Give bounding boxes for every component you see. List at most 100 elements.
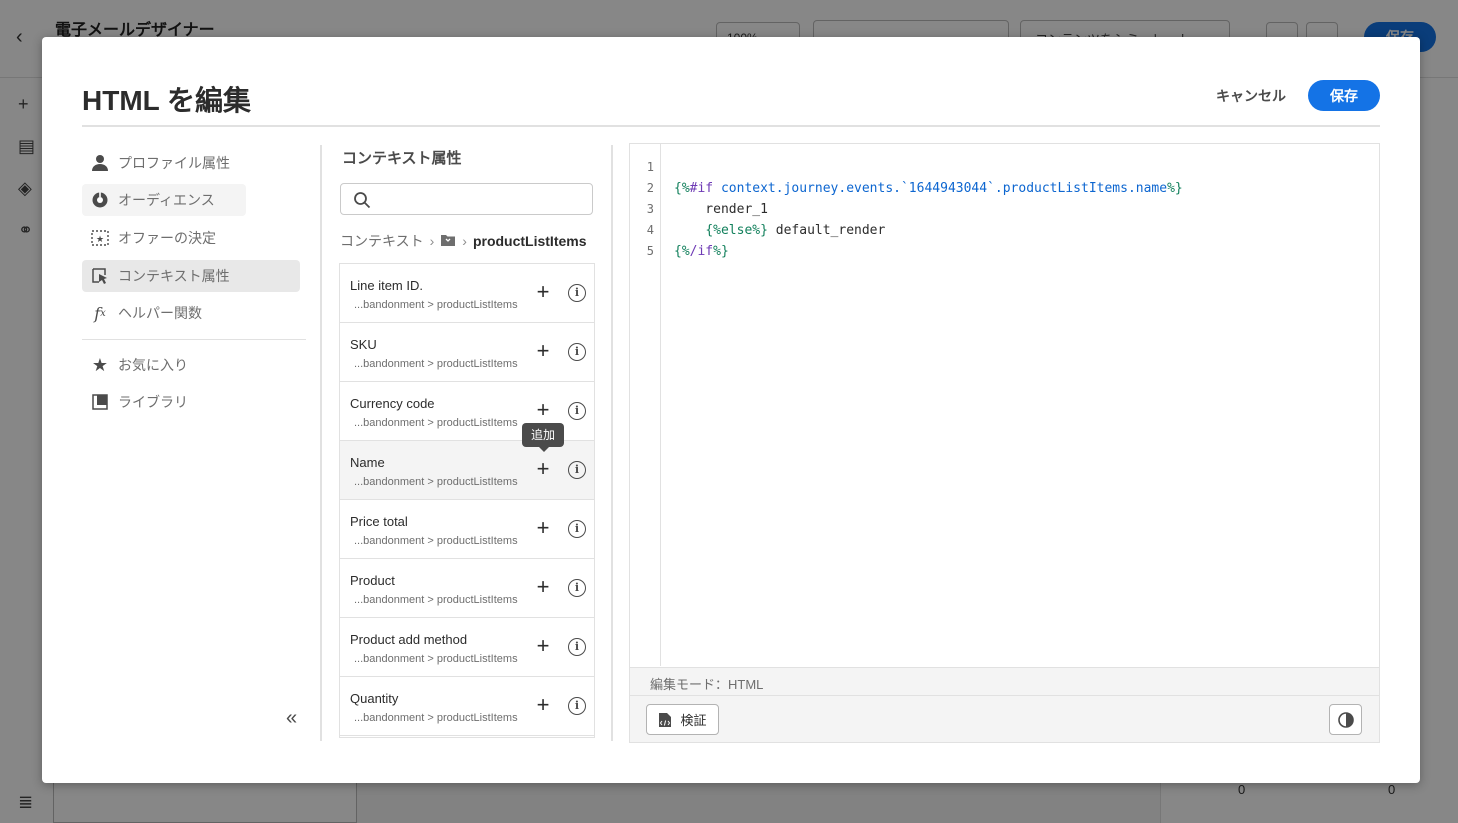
cancel-button[interactable]: キャンセル (1202, 81, 1300, 111)
svg-text:★: ★ (96, 234, 104, 244)
list-item[interactable]: Price total ...bandonment > productListI… (340, 500, 594, 559)
attribute-path: ...bandonment > productListItems (354, 358, 518, 370)
code-token: {% (674, 244, 690, 259)
list-item[interactable]: Product add method ...bandonment > produ… (340, 618, 594, 677)
audience-icon (90, 190, 110, 210)
add-icon[interactable]: + (532, 340, 554, 363)
breadcrumb: コンテキスト › › productListItems (340, 231, 587, 251)
code-area[interactable]: {%#if context.journey.events.`1644943044… (674, 144, 1364, 666)
line-number: 3 (646, 202, 654, 216)
context-panel-title: コンテキスト属性 (342, 150, 462, 167)
nav-item-label: コンテキスト属性 (118, 268, 230, 284)
code-token: %} (713, 244, 729, 259)
attribute-path: ...bandonment > productListItems (354, 653, 518, 665)
info-icon[interactable]: i (568, 343, 586, 361)
list-item[interactable]: Product ...bandonment > productListItems… (340, 559, 594, 618)
attribute-path: ...bandonment > productListItems (354, 712, 518, 724)
column-divider (611, 145, 613, 741)
info-icon[interactable]: i (568, 284, 586, 302)
attribute-label: Line item ID. (350, 278, 423, 293)
chevron-right-icon: › (462, 233, 467, 249)
validate-file-icon (659, 712, 672, 727)
code-token: else (720, 223, 753, 238)
nav-divider (82, 339, 306, 340)
add-icon[interactable]: + (532, 576, 554, 599)
code-token: /if (689, 244, 714, 259)
line-number: 4 (646, 223, 654, 237)
attribute-path: ...bandonment > productListItems (354, 417, 518, 429)
breadcrumb-root[interactable]: コンテキスト (340, 231, 424, 251)
validate-button[interactable]: 検証 (646, 704, 719, 735)
line-number-gutter: 1 2 3 4 5 (630, 144, 661, 666)
collapse-panel-icon[interactable]: « (286, 707, 297, 730)
function-icon: fx (94, 303, 106, 323)
search-field[interactable] (340, 183, 593, 215)
info-icon[interactable]: i (568, 461, 586, 479)
editor-footer: 検証 (630, 695, 1379, 742)
user-icon (90, 153, 110, 173)
folder-icon[interactable] (440, 233, 456, 250)
nav-item-favorites[interactable]: ★ お気に入り (82, 349, 300, 381)
nav-item-context-attributes[interactable]: コンテキスト属性 (82, 260, 300, 292)
attribute-label: Currency code (350, 396, 435, 411)
code-line: render_1 (674, 202, 768, 217)
code-line: {%#if context.journey.events.`1644943044… (674, 181, 1183, 196)
list-item[interactable]: Name ...bandonment > productListItems + … (340, 441, 594, 500)
list-item[interactable]: SKU ...bandonment > productListItems + i (340, 323, 594, 382)
nav-item-profile-attributes[interactable]: プロファイル属性 (82, 147, 300, 179)
attribute-label: Product (350, 573, 395, 588)
attribute-label: Product add method (350, 632, 468, 647)
code-token: {% (705, 223, 721, 238)
nav-item-label: お気に入り (118, 357, 188, 373)
info-icon[interactable]: i (568, 520, 586, 538)
offer-decision-icon: ★ (90, 228, 110, 248)
breadcrumb-current: productListItems (472, 233, 587, 249)
add-icon[interactable]: + (532, 517, 554, 540)
info-icon[interactable]: i (568, 579, 586, 597)
info-icon[interactable]: i (568, 697, 586, 715)
dialog-title: HTML を編集 (82, 85, 252, 116)
add-icon[interactable]: + (532, 458, 554, 481)
attribute-list: Line item ID. ...bandonment > productLis… (339, 263, 595, 738)
contrast-icon (1337, 711, 1354, 728)
save-button[interactable]: 保存 (1308, 80, 1380, 111)
code-token: #if (689, 181, 714, 196)
code-token: %} (752, 223, 768, 238)
nav-item-label: ヘルパー関数 (118, 305, 202, 321)
library-icon (90, 392, 110, 412)
search-input[interactable] (377, 188, 585, 212)
list-item[interactable]: Line item ID. ...bandonment > productLis… (340, 264, 594, 323)
attribute-label: Name (350, 455, 385, 470)
theme-toggle-button[interactable] (1329, 704, 1362, 735)
add-icon[interactable]: + (532, 281, 554, 304)
nav-item-audiences[interactable]: オーディエンス (82, 184, 246, 216)
add-icon[interactable]: + (532, 694, 554, 717)
nav-item-library[interactable]: ライブラリ (82, 386, 300, 418)
line-number: 5 (646, 244, 654, 258)
nav-item-offer-decisions[interactable]: ★ オファーの決定 (82, 222, 300, 254)
info-icon[interactable]: i (568, 402, 586, 420)
attribute-path: ...bandonment > productListItems (354, 299, 518, 311)
code-line: {%/if%} (674, 244, 729, 259)
line-number: 1 (646, 160, 654, 174)
nav-item-label: ライブラリ (118, 394, 188, 410)
add-icon[interactable]: + (532, 635, 554, 658)
attribute-path: ...bandonment > productListItems (354, 594, 518, 606)
nav-item-helper-functions[interactable]: fx ヘルパー関数 (82, 297, 300, 329)
search-icon (354, 192, 371, 209)
attribute-label: Quantity (350, 691, 399, 706)
code-token: %} (1167, 181, 1183, 196)
add-icon[interactable]: + (532, 399, 554, 422)
attribute-path: ...bandonment > productListItems (354, 535, 518, 547)
code-token: {% (674, 181, 690, 196)
edit-html-dialog: HTML を編集 キャンセル 保存 プロファイル属性 オーディエンス ★ オファ… (42, 37, 1420, 783)
validate-label: 検証 (680, 713, 707, 728)
chevron-right-icon: › (429, 233, 435, 249)
context-attribute-icon (90, 266, 110, 286)
list-item[interactable]: Quantity ...bandonment > productListItem… (340, 677, 594, 736)
attribute-path: ...bandonment > productListItems (354, 476, 518, 488)
attribute-label: SKU (350, 337, 377, 352)
info-icon[interactable]: i (568, 638, 586, 656)
code-token: default_render (767, 223, 886, 238)
code-editor[interactable]: 1 2 3 4 5 {%#if context.journey.events.`… (629, 143, 1380, 743)
